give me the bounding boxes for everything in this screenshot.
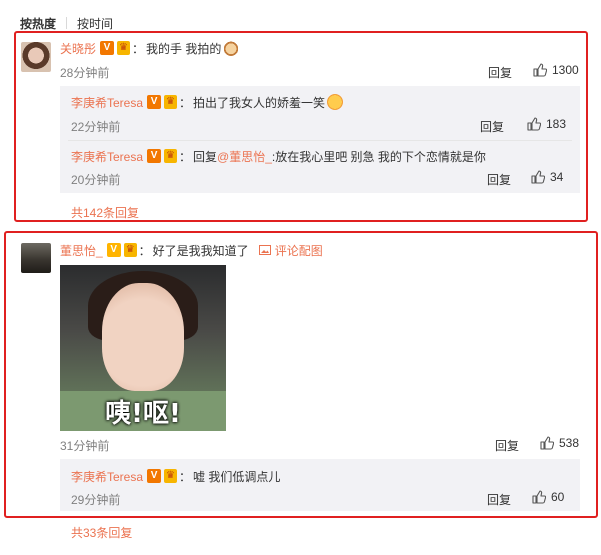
more-replies-link[interactable]: 共33条回复	[71, 524, 132, 541]
like-count: 34	[550, 170, 564, 184]
reply-line: 李庚希Teresa V ♛ ： 嘘 我们低调点儿	[71, 468, 280, 484]
shy-emoji-icon	[327, 94, 344, 110]
verified-v-icon: V	[147, 149, 162, 163]
comment-text: 好了是我我知道了	[152, 243, 249, 258]
like-count: 1300	[552, 63, 579, 77]
like-button[interactable]: 60	[532, 490, 564, 504]
reply-line: 李庚希Teresa V ♛ ： 拍出了我女人的娇羞一笑	[71, 94, 344, 111]
reply-time: 29分钟前	[71, 493, 121, 507]
colon: ：	[179, 95, 192, 110]
thumbs-up-icon	[532, 490, 546, 504]
like-count: 538	[559, 436, 580, 450]
reply-text: 拍出了我女人的娇羞一笑	[193, 95, 326, 110]
colon: ：	[138, 243, 151, 258]
colon: ：	[131, 41, 144, 56]
sort-divider	[66, 17, 68, 29]
reply-text: 嘘 我们低调点儿	[193, 469, 281, 484]
comment-username[interactable]: 董思怡_	[60, 242, 103, 259]
like-count: 183	[546, 117, 567, 131]
thumbs-up-icon	[540, 436, 554, 450]
thumbs-up-icon	[533, 63, 547, 77]
reply-button[interactable]: 回复	[488, 64, 512, 81]
colon: ：	[179, 149, 192, 164]
more-replies-link[interactable]: 共142条回复	[71, 204, 139, 221]
thumbs-up-icon	[527, 117, 541, 131]
comment-image[interactable]: 咦!呕!	[60, 265, 226, 431]
thumbs-up-icon	[531, 170, 545, 184]
verified-v-icon: V	[147, 95, 162, 109]
reply-button[interactable]: 回复	[487, 171, 511, 188]
comment-picture-label: 评论配图	[274, 243, 323, 258]
reply-button[interactable]: 回复	[487, 491, 511, 508]
reply-time: 22分钟前	[71, 120, 121, 134]
comment-time: 31分钟前	[60, 439, 110, 453]
comment-line: 董思怡_ V ♛ ： 好了是我我知道了 评论配图	[60, 242, 323, 258]
sort-bar: 按热度 按时间	[20, 14, 113, 32]
level-badge-icon: ♛	[164, 95, 177, 109]
reply-username[interactable]: 李庚希Teresa	[71, 468, 143, 485]
level-badge-icon: ♛	[117, 41, 130, 55]
reply-text: :放在我心里吧 别急 我的下个恋情就是你	[271, 149, 486, 164]
like-button[interactable]: 34	[531, 170, 563, 184]
verified-v-icon: V	[106, 243, 121, 257]
avatar[interactable]	[21, 42, 51, 72]
comment-username[interactable]: 关晓彤	[60, 40, 96, 57]
sort-by-time-tab[interactable]: 按时间	[77, 15, 113, 32]
like-button[interactable]: 183	[527, 117, 566, 131]
sort-by-hot-tab[interactable]: 按热度	[20, 15, 56, 32]
comment-picture-link[interactable]: 评论配图	[258, 242, 323, 259]
cat-emoji-icon	[223, 40, 240, 56]
meme-face	[102, 283, 184, 391]
level-badge-icon: ♛	[123, 243, 137, 257]
level-badge-icon: ♛	[164, 149, 177, 163]
reply-time: 20分钟前	[71, 173, 121, 187]
image-icon	[258, 245, 271, 255]
like-button[interactable]: 538	[540, 436, 579, 450]
reply-username[interactable]: 李庚希Teresa	[71, 94, 143, 111]
avatar[interactable]	[21, 243, 51, 273]
level-badge-icon: ♛	[164, 469, 177, 483]
verified-v-icon: V	[100, 41, 115, 55]
verified-v-icon: V	[147, 469, 162, 483]
reply-prefix: 回复	[193, 149, 218, 164]
like-button[interactable]: 1300	[533, 63, 579, 77]
mention-link[interactable]: @董思怡_	[217, 148, 272, 165]
like-count: 60	[551, 490, 565, 504]
comment-line: 关晓彤 V ♛ ： 我的手 我拍的	[60, 40, 240, 57]
reply-button[interactable]: 回复	[495, 437, 519, 454]
reply-username[interactable]: 李庚希Teresa	[71, 148, 143, 165]
reply-line: 李庚希Teresa V ♛ ： 回复 @董思怡_ :放在我心里吧 别急 我的下个…	[71, 148, 486, 164]
comment-time: 28分钟前	[60, 66, 110, 80]
meme-caption: 咦!呕!	[105, 399, 181, 429]
comment-text: 我的手 我拍的	[146, 41, 222, 56]
colon: ：	[179, 469, 192, 484]
reply-divider	[68, 140, 572, 141]
reply-button[interactable]: 回复	[480, 118, 504, 135]
